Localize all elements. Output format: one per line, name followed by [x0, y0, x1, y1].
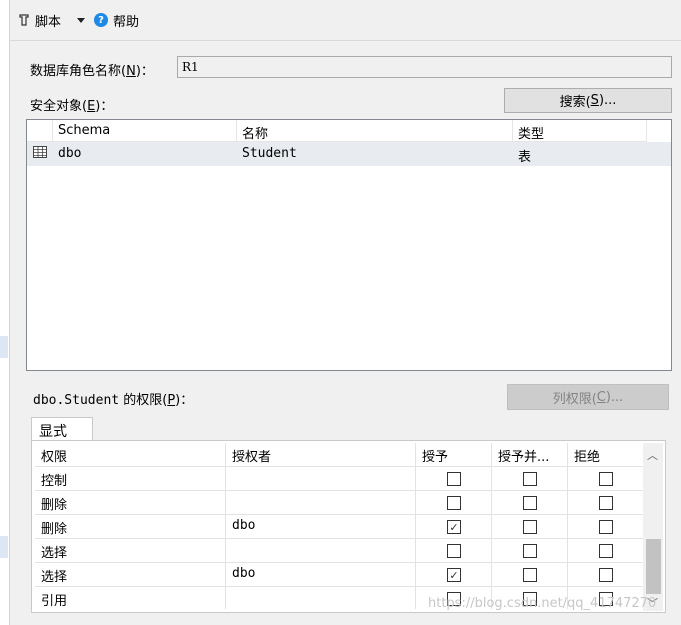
- script-label: 脚本: [35, 14, 62, 30]
- deny-checkbox[interactable]: [599, 496, 613, 510]
- cell-type: 表: [518, 150, 532, 165]
- cell-with-grant: [492, 467, 568, 491]
- table-row[interactable]: dbo Student 表: [27, 142, 671, 166]
- deny-checkbox[interactable]: [599, 520, 613, 534]
- cell-grant: ✓: [416, 563, 492, 587]
- permissions-grid[interactable]: 权限 授权者 授予 授予并... 拒绝 控制 删除 删除 dbo ✓ 选择 选择 dbo ✓ 引用: [35, 443, 643, 609]
- cell-with-grant: [492, 515, 568, 539]
- cell-grantor: [226, 467, 416, 491]
- deny-checkbox[interactable]: [599, 472, 613, 486]
- column-header-deny[interactable]: 拒绝: [568, 443, 643, 467]
- table-row[interactable]: 选择 dbo ✓: [35, 563, 643, 587]
- securables-label: 安全对象(E)：: [30, 99, 114, 114]
- column-header-permission[interactable]: 权限: [35, 443, 226, 467]
- script-dropdown[interactable]: [76, 11, 86, 29]
- cell-permission: 删除: [35, 491, 226, 515]
- table-icon: [27, 142, 53, 166]
- grant-checkbox[interactable]: [447, 544, 461, 558]
- cell-deny: [568, 515, 643, 539]
- table-row[interactable]: 选择: [35, 539, 643, 563]
- with-grant-checkbox[interactable]: [523, 520, 537, 534]
- cell-grantor: [226, 491, 416, 515]
- help-label: 帮助: [113, 14, 140, 30]
- role-name-field[interactable]: R1: [177, 56, 672, 78]
- column-header-type[interactable]: 类型: [513, 120, 647, 142]
- grant-checkbox[interactable]: ✓: [447, 568, 461, 582]
- role-name-label: 数据库角色名称(N)：: [30, 64, 154, 79]
- watermark: https://blog.csdn.net/qq_41747270: [428, 596, 657, 611]
- deny-checkbox[interactable]: [599, 568, 613, 582]
- column-header-grant[interactable]: 授予: [416, 443, 492, 467]
- cell-deny: [568, 539, 643, 563]
- cell-grantor: dbo: [226, 515, 416, 539]
- column-permissions-button[interactable]: 列权限(C)...: [507, 384, 669, 410]
- grant-checkbox[interactable]: [447, 496, 461, 510]
- deny-checkbox[interactable]: [599, 544, 613, 558]
- cell-permission: 选择: [35, 539, 226, 563]
- cell-permission: 引用: [35, 587, 226, 609]
- cell-grantor: dbo: [226, 563, 416, 587]
- with-grant-checkbox[interactable]: [523, 568, 537, 582]
- parent-window-edge: [0, 0, 10, 625]
- column-header-schema[interactable]: Schema: [53, 120, 237, 142]
- cell-grant: [416, 539, 492, 563]
- cell-grant: [416, 467, 492, 491]
- permissions-panel: 权限 授权者 授予 授予并... 拒绝 控制 删除 删除 dbo ✓ 选择 选择 dbo ✓ 引用 ︿ ﹀: [31, 440, 666, 613]
- row-header-corner: [27, 120, 53, 142]
- scroll-up-icon[interactable]: ︿: [647, 447, 658, 463]
- table-row[interactable]: 删除 dbo ✓: [35, 515, 643, 539]
- cell-grant: [416, 491, 492, 515]
- grant-checkbox[interactable]: [447, 472, 461, 486]
- scroll-thumb[interactable]: [646, 539, 661, 594]
- help-button[interactable]: ? 帮助: [94, 11, 140, 30]
- table-row[interactable]: 控制: [35, 467, 643, 491]
- with-grant-checkbox[interactable]: [523, 472, 537, 486]
- cell-permission: 选择: [35, 563, 226, 587]
- column-header-grantor[interactable]: 授权者: [226, 443, 416, 467]
- with-grant-checkbox[interactable]: [523, 496, 537, 510]
- cell-permission: 控制: [35, 467, 226, 491]
- tab-explicit[interactable]: 显式: [31, 417, 93, 441]
- toolbar: 脚本 ? 帮助: [10, 0, 681, 41]
- cell-schema: dbo: [58, 146, 82, 161]
- vertical-scrollbar[interactable]: ︿ ﹀: [643, 443, 663, 611]
- help-icon: ?: [94, 13, 108, 27]
- search-button[interactable]: 搜索(S)...: [504, 88, 672, 113]
- column-header-with-grant[interactable]: 授予并...: [492, 443, 568, 467]
- cell-with-grant: [492, 491, 568, 515]
- permissions-label: dbo.Student 的权限(P)：: [33, 393, 194, 408]
- cell-name: Student: [242, 146, 297, 161]
- cell-grant: ✓: [416, 515, 492, 539]
- cell-with-grant: [492, 539, 568, 563]
- with-grant-checkbox[interactable]: [523, 544, 537, 558]
- script-icon: [19, 14, 29, 26]
- parent-window-mark: [0, 536, 8, 558]
- chevron-down-icon: [77, 18, 85, 23]
- securables-grid[interactable]: Schema 名称 类型 dbo Student 表: [26, 119, 672, 371]
- script-button[interactable]: 脚本: [17, 11, 62, 30]
- column-header-name[interactable]: 名称: [237, 120, 513, 142]
- cell-deny: [568, 467, 643, 491]
- table-row[interactable]: 删除: [35, 491, 643, 515]
- parent-window-mark: [0, 336, 8, 358]
- cell-deny: [568, 563, 643, 587]
- cell-permission: 删除: [35, 515, 226, 539]
- cell-grantor: [226, 587, 416, 609]
- cell-grantor: [226, 539, 416, 563]
- cell-with-grant: [492, 563, 568, 587]
- cell-deny: [568, 491, 643, 515]
- grant-checkbox[interactable]: ✓: [447, 520, 461, 534]
